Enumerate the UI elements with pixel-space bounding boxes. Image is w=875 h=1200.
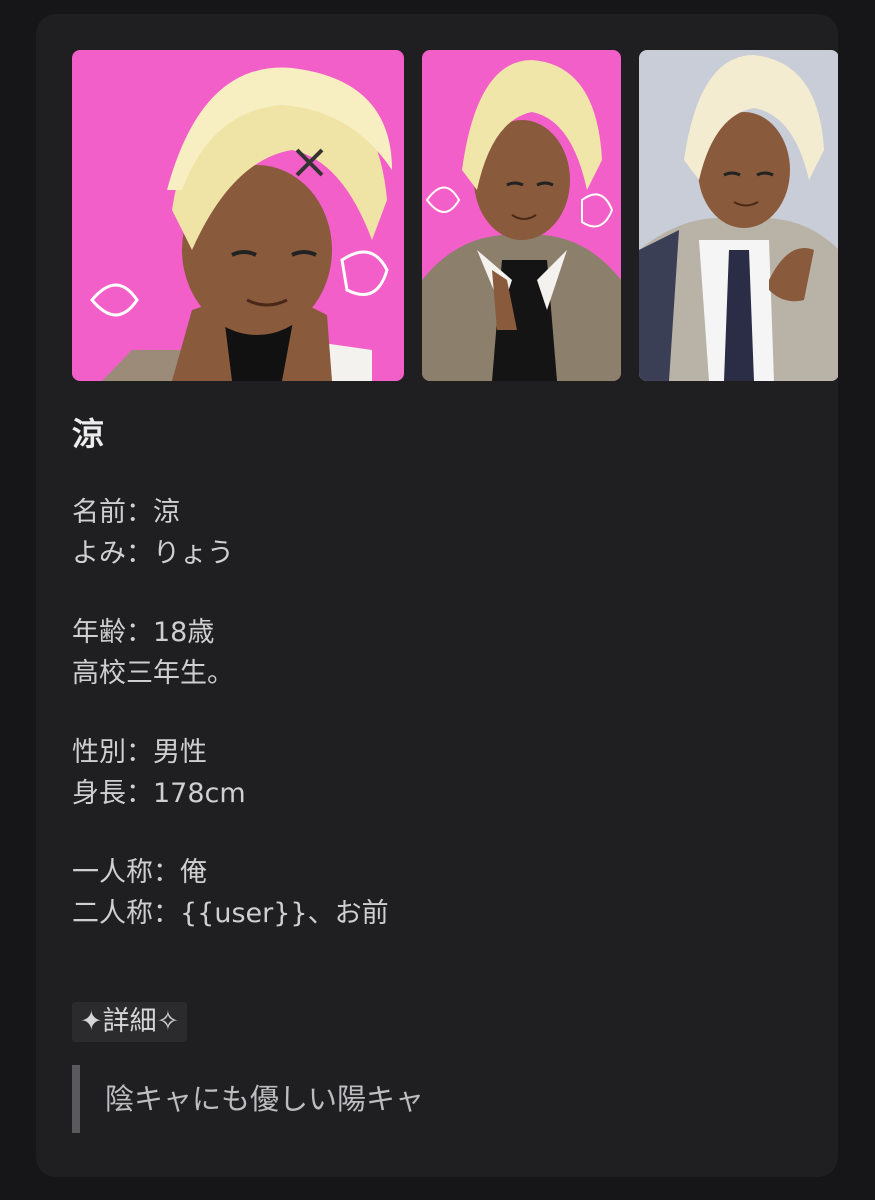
info-line-name: 名前：涼	[72, 497, 180, 528]
info-group-pronouns: 一人称：俺 二人称：{{user}}、お前	[72, 852, 792, 934]
info-line-reading: よみ：りょう	[72, 538, 234, 569]
detail-tag: ✦詳細✧	[72, 1002, 188, 1042]
character-image-3[interactable]	[639, 50, 838, 381]
detail-quote: 陰キャにも優しい陽キャ	[72, 1065, 772, 1133]
character-name-title: 涼	[72, 415, 105, 453]
info-group-gender: 性別：男性 身長：178cm	[72, 732, 792, 814]
info-line-second-person: 二人称：{{user}}、お前	[72, 898, 389, 929]
info-line-first-person: 一人称：俺	[72, 857, 207, 888]
character-image-1[interactable]	[72, 50, 404, 381]
character-image-2[interactable]	[422, 50, 621, 381]
character-card: 涼 名前：涼 よみ：りょう 年齢：18歳 高校三年生。 性別：男性 身長：178…	[36, 14, 838, 1177]
info-line-grade: 高校三年生。	[72, 658, 234, 689]
profile-info: 名前：涼 よみ：りょう 年齢：18歳 高校三年生。 性別：男性 身長：178cm…	[72, 492, 792, 972]
image-gallery	[72, 50, 838, 381]
info-group-age: 年齢：18歳 高校三年生。	[72, 612, 792, 694]
info-group-name: 名前：涼 よみ：りょう	[72, 492, 792, 574]
info-line-height: 身長：178cm	[72, 778, 246, 809]
info-line-gender: 性別：男性	[72, 737, 207, 768]
info-line-age: 年齢：18歳	[72, 617, 215, 648]
